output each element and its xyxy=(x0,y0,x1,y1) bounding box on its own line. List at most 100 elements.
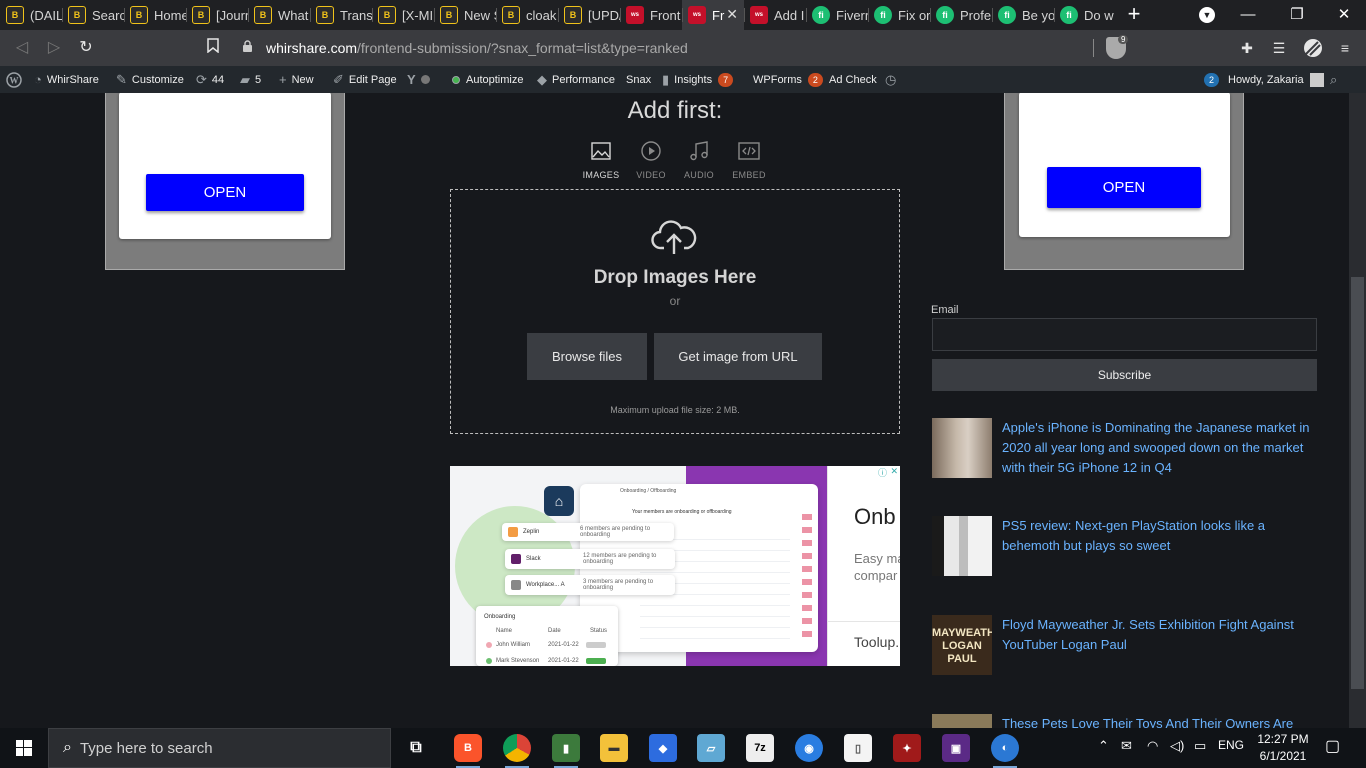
wifi-icon[interactable]: ◠ xyxy=(1147,738,1158,754)
new-tab-button[interactable]: + xyxy=(1124,3,1144,27)
speed-icon[interactable]: ◷ xyxy=(885,66,901,93)
app-shield-icon[interactable]: ◆ xyxy=(649,734,677,762)
7zip-icon[interactable]: 7z xyxy=(746,734,774,762)
back-icon[interactable]: ◁ xyxy=(11,38,33,60)
browser-tab[interactable]: B [Journ xyxy=(186,0,248,30)
forward-icon[interactable]: ▷ xyxy=(43,38,65,60)
browser-tab[interactable]: B New S xyxy=(434,0,496,30)
browser-tab[interactable]: B Trans xyxy=(310,0,372,30)
image-drop-zone[interactable]: Drop Images Here or Browse files Get ima… xyxy=(450,189,900,434)
media-tab-video[interactable]: VIDEO xyxy=(626,140,676,180)
browser-tab[interactable]: fi Profe xyxy=(930,0,992,30)
tab-close-icon[interactable]: ✕ xyxy=(726,6,738,23)
browser-menu-icon[interactable]: ≡ xyxy=(1336,39,1354,57)
post-title-link[interactable]: Apple's iPhone is Dominating the Japanes… xyxy=(1002,418,1312,478)
browser-tab[interactable]: B What xyxy=(248,0,310,30)
sidebar-post[interactable]: Apple's iPhone is Dominating the Japanes… xyxy=(932,418,1317,480)
email-field[interactable] xyxy=(932,318,1317,351)
battery-icon[interactable]: ▭ xyxy=(1194,738,1206,754)
minimize-icon[interactable]: — xyxy=(1233,4,1263,26)
post-title-link[interactable]: Floyd Mayweather Jr. Sets Exhibition Fig… xyxy=(1002,615,1312,655)
post-thumbnail[interactable]: MAYWEATHER LOGAN PAUL xyxy=(932,615,992,675)
file-explorer-icon[interactable]: ▬ xyxy=(600,734,628,762)
post-title-link[interactable]: PS5 review: Next-gen PlayStation looks l… xyxy=(1002,516,1312,556)
app-note-icon[interactable]: ▱ xyxy=(697,734,725,762)
wp-new[interactable]: + New xyxy=(279,66,314,93)
browser-tab[interactable]: ws Fr ✕ xyxy=(682,0,744,30)
wp-site-name[interactable]: ◔ WhirShare xyxy=(34,66,99,93)
browser-tab[interactable]: fi Fiverr xyxy=(806,0,868,30)
brave-wallet-icon[interactable] xyxy=(1302,39,1324,57)
document-icon[interactable]: ▯ xyxy=(844,734,872,762)
taskbar-search[interactable]: ⌕ Type here to search xyxy=(48,728,391,768)
wordpress-logo-icon[interactable]: W xyxy=(6,66,22,93)
browser-tab[interactable]: fi Do w xyxy=(1054,0,1116,30)
browser-tab[interactable]: B Searc xyxy=(62,0,124,30)
windows-start-icon[interactable] xyxy=(0,728,48,768)
adchoices-icon[interactable]: ⓘ ✕ xyxy=(876,466,900,479)
playlist-icon[interactable]: ☰ xyxy=(1270,39,1288,57)
adchoices-close-icon[interactable]: ✕ xyxy=(890,466,898,479)
wp-edit-page[interactable]: ✐ Edit Page xyxy=(333,66,397,93)
app-chat-icon[interactable]: ◐ xyxy=(991,734,1019,768)
bookmark-icon[interactable] xyxy=(202,38,224,60)
app-purple-icon[interactable]: ▣ xyxy=(942,734,970,762)
browser-tab[interactable]: ws Front xyxy=(620,0,682,30)
restore-icon[interactable]: ❐ xyxy=(1282,4,1312,26)
right-ad-open-button[interactable]: OPEN xyxy=(1047,167,1201,208)
post-title-link[interactable]: These Pets Love Their Toys And Their Own… xyxy=(1002,714,1312,728)
page-scrollbar[interactable] xyxy=(1349,93,1366,728)
brave-browser-icon[interactable]: B xyxy=(454,734,482,768)
post-thumbnail[interactable] xyxy=(932,418,992,478)
sidebar-post[interactable]: PS5 review: Next-gen PlayStation looks l… xyxy=(932,516,1317,578)
window-close-icon[interactable]: ✕ xyxy=(1329,4,1359,26)
browser-tab[interactable]: B [UPD/ xyxy=(558,0,620,30)
sidebar-post[interactable]: These Pets Love Their Toys And Their Own… xyxy=(932,714,1317,728)
media-tab-audio[interactable]: AUDIO xyxy=(674,140,724,180)
app-globe-icon[interactable]: ◉ xyxy=(795,734,823,762)
media-tab-images[interactable]: IMAGES xyxy=(576,140,626,180)
app-red-icon[interactable]: ✦ xyxy=(893,734,921,762)
show-hidden-icons-icon[interactable]: ⌃ xyxy=(1098,738,1109,754)
browser-tab[interactable]: B Home xyxy=(124,0,186,30)
browser-tab[interactable]: B (DAIL xyxy=(0,0,62,30)
wp-customize[interactable]: ✎ Customize xyxy=(116,66,184,93)
extensions-icon[interactable]: ✚ xyxy=(1238,39,1256,57)
wp-performance[interactable]: ◆ Performance xyxy=(537,66,615,93)
browser-tab[interactable]: fi Fix or xyxy=(868,0,930,30)
app-chart-icon[interactable]: ▮ xyxy=(552,734,580,768)
tab-search-icon[interactable]: ▼ xyxy=(1199,7,1215,23)
subscribe-button[interactable]: Subscribe xyxy=(932,359,1317,391)
notifications-icon[interactable]: ▢ xyxy=(1325,736,1340,756)
wp-updates[interactable]: ⟳ 44 xyxy=(196,66,224,93)
browser-tab[interactable]: B [X-MI xyxy=(372,0,434,30)
mail-icon[interactable]: ✉ xyxy=(1121,738,1132,754)
banner-ad[interactable]: Onboarding / Offboarding Your members ar… xyxy=(450,466,900,666)
media-tab-embed[interactable]: EMBED xyxy=(724,140,774,180)
image-from-url-button[interactable]: Get image from URL xyxy=(654,333,822,380)
wp-wpforms[interactable]: WPForms 2 xyxy=(753,66,823,93)
wp-insights[interactable]: ▮ Insights 7 xyxy=(662,66,734,93)
browse-files-button[interactable]: Browse files xyxy=(527,333,647,380)
volume-icon[interactable]: ◁) xyxy=(1170,738,1184,754)
wp-snax[interactable]: Snax xyxy=(626,66,651,93)
taskbar-clock[interactable]: 12:27 PM 6/1/2021 xyxy=(1250,731,1316,765)
reload-icon[interactable]: ↻ xyxy=(75,38,97,60)
browser-tab[interactable]: fi Be yo xyxy=(992,0,1054,30)
scrollbar-thumb[interactable] xyxy=(1351,277,1364,689)
left-ad-open-button[interactable]: OPEN xyxy=(146,174,304,211)
language-indicator[interactable]: ENG xyxy=(1218,738,1244,752)
yoast-icon[interactable]: Y xyxy=(407,66,430,93)
wp-comments[interactable]: ▰ 5 xyxy=(240,66,261,93)
post-thumbnail[interactable] xyxy=(932,516,992,576)
wp-my-account[interactable]: Howdy, Zakaria xyxy=(1228,66,1324,93)
post-thumbnail[interactable] xyxy=(932,714,992,728)
wp-notifications[interactable]: 2 xyxy=(1204,66,1225,93)
sidebar-post[interactable]: MAYWEATHER LOGAN PAUL Floyd Mayweather J… xyxy=(932,615,1317,677)
wp-search-icon[interactable]: ⌕ xyxy=(1330,66,1342,93)
address-bar[interactable]: whirshare.com/frontend-submission/?snax_… xyxy=(236,35,1131,61)
chrome-icon[interactable] xyxy=(503,734,531,768)
wp-ad-check[interactable]: Ad Check xyxy=(829,66,877,93)
browser-tab[interactable]: Bcloak xyxy=(496,0,558,30)
task-view-icon[interactable]: ⧉ xyxy=(402,734,430,762)
